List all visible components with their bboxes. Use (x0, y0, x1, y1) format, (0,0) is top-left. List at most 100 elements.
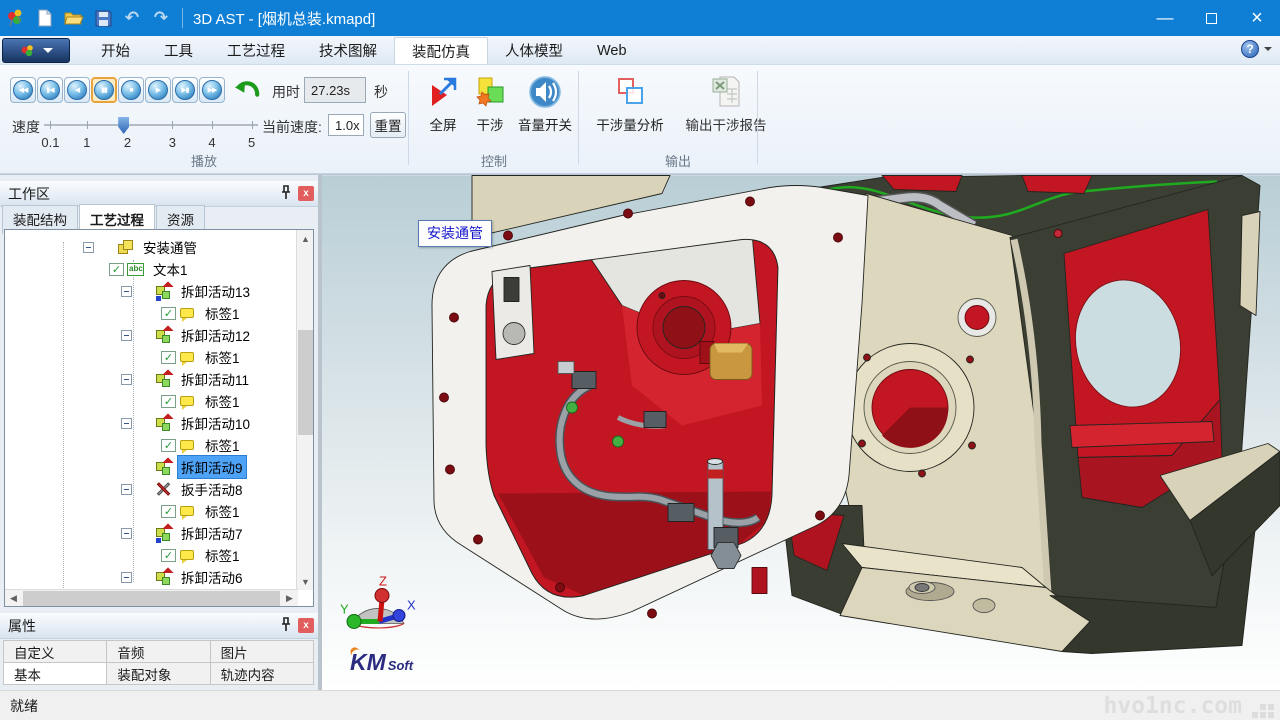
interference-analysis-button[interactable]: 干涉量分析 (586, 73, 674, 151)
playback-button-rewind[interactable]: ◀◀ (10, 77, 36, 103)
tree-item[interactable]: 文本1 (5, 258, 295, 280)
tree-horizontal-scrollbar[interactable]: ◀ ▶ (5, 589, 298, 606)
export-report-button[interactable]: 输出干涉报告 (676, 73, 776, 151)
checkbox-icon[interactable] (161, 395, 176, 408)
application-window: ↶ ↷ 3D AST - [烟机总装.kmapd] — × 开始工具工艺过程技术… (0, 0, 1280, 720)
ribbon-tab[interactable]: 技术图解 (302, 37, 394, 64)
playback-button-fast-forward[interactable]: ▶▶ (199, 77, 225, 103)
tree-item[interactable]: 标签1 (5, 390, 295, 412)
tree-item-label: 扳手活动8 (178, 478, 246, 500)
tree-item[interactable]: 标签1 (5, 434, 295, 456)
playback-button-stop[interactable]: ■ (118, 77, 144, 103)
close-button[interactable]: × (1234, 0, 1280, 36)
tree-item[interactable]: 标签1 (5, 500, 295, 522)
main-area: 工作区 x 装配结构工艺过程资源 安装通管 (0, 174, 1280, 690)
help-caret-icon[interactable] (1264, 47, 1272, 51)
ribbon-tab[interactable]: 人体模型 (488, 37, 580, 64)
current-speed-value: 1.0x (328, 114, 364, 136)
app-menu-button[interactable] (2, 38, 70, 63)
tree-vertical-scrollbar[interactable]: ▲ ▼ (296, 230, 313, 590)
properties-tab[interactable]: 自定义 (3, 640, 107, 663)
pin-icon[interactable] (279, 185, 293, 201)
watermark-grid-icon (1260, 704, 1266, 710)
expander-icon[interactable] (83, 242, 99, 253)
expander-icon[interactable] (121, 374, 137, 385)
tree-item-icon (179, 547, 199, 564)
scroll-right-icon[interactable]: ▶ (281, 590, 298, 607)
properties-tab[interactable]: 图片 (210, 640, 314, 663)
fullscreen-button[interactable]: 全屏 (420, 73, 466, 151)
interference-icon (472, 73, 508, 111)
undo-icon[interactable]: ↶ (119, 5, 145, 31)
workspace-close-icon[interactable]: x (298, 186, 314, 201)
current-speed-label: 当前速度: (262, 117, 322, 137)
tree-item[interactable]: 拆卸活动9 (5, 456, 295, 478)
expander-icon[interactable] (121, 418, 137, 429)
checkbox-icon[interactable] (161, 439, 176, 452)
tree-item[interactable]: 拆卸活动12 (5, 324, 295, 346)
properties-tab[interactable]: 装配对象 (106, 662, 210, 685)
ribbon-tab[interactable]: 开始 (84, 37, 147, 64)
playback-button-step-back[interactable]: ◀ (64, 77, 90, 103)
speed-slider[interactable] (44, 115, 258, 135)
minimize-button[interactable]: — (1142, 0, 1188, 36)
scroll-down-icon[interactable]: ▼ (297, 573, 314, 590)
volume-toggle-button[interactable]: 音量开关 (512, 73, 578, 151)
checkbox-icon[interactable] (161, 549, 176, 562)
process-tree: 安装通管 文本1 拆卸活动13 (5, 236, 295, 588)
checkbox-icon[interactable] (161, 505, 176, 518)
3d-viewport[interactable]: Z X Y 安装通管 KMSoft (322, 175, 1280, 691)
tree-item[interactable]: 扳手活动8 (5, 478, 295, 500)
scroll-left-icon[interactable]: ◀ (5, 590, 22, 607)
tree-item[interactable]: 拆卸活动10 (5, 412, 295, 434)
slider-thumb[interactable] (118, 117, 129, 134)
reset-button[interactable]: 重置 (370, 112, 406, 138)
slider-track[interactable] (44, 124, 258, 126)
vertical-scroll-thumb[interactable] (298, 330, 313, 435)
expander-icon[interactable] (121, 484, 137, 495)
new-file-icon[interactable] (32, 5, 58, 31)
checkbox-icon[interactable] (161, 351, 176, 364)
tree-item-icon (179, 393, 199, 410)
tree-item[interactable]: 标签1 (5, 302, 295, 324)
expander-icon[interactable] (121, 528, 137, 539)
properties-tab[interactable]: 轨迹内容 (210, 662, 314, 685)
properties-tab[interactable]: 基本 (3, 662, 107, 685)
checkbox-icon[interactable] (109, 263, 124, 276)
scroll-up-icon[interactable]: ▲ (297, 230, 314, 247)
expander-icon[interactable] (121, 330, 137, 341)
save-icon[interactable] (90, 5, 116, 31)
redo-icon[interactable]: ↷ (148, 5, 174, 31)
tree-item[interactable]: 拆卸活动7 (5, 522, 295, 544)
ribbon-tab[interactable]: 工艺过程 (210, 37, 302, 64)
tree-item[interactable]: 拆卸活动11 (5, 368, 295, 390)
watermark: hvo1nc.com (1104, 693, 1242, 719)
loop-button[interactable] (232, 77, 262, 103)
playback-button-skip-start[interactable]: ▮◀ (37, 77, 63, 103)
open-file-icon[interactable] (61, 5, 87, 31)
properties-close-icon[interactable]: x (298, 618, 314, 633)
horizontal-scroll-thumb[interactable] (23, 591, 280, 606)
fullscreen-icon (425, 73, 461, 111)
tree-item[interactable]: 拆卸活动6 (5, 566, 295, 588)
properties-tab[interactable]: 音频 (106, 640, 210, 663)
ribbon-tab[interactable]: Web (580, 37, 644, 64)
tree-item[interactable]: 标签1 (5, 544, 295, 566)
tree-item[interactable]: 标签1 (5, 346, 295, 368)
checkbox-icon[interactable] (161, 307, 176, 320)
ribbon-tab[interactable]: 装配仿真 (394, 37, 488, 64)
playback-button-play[interactable]: ▶ (145, 77, 171, 103)
tree-item[interactable]: 安装通管 (5, 236, 295, 258)
expander-icon[interactable] (121, 572, 137, 583)
help-zone: ? (1241, 40, 1272, 58)
maximize-button[interactable] (1188, 0, 1234, 36)
tree-item[interactable]: 拆卸活动13 (5, 280, 295, 302)
expander-icon[interactable] (121, 286, 137, 297)
interference-button[interactable]: 干涉 (468, 73, 512, 151)
ribbon-tab[interactable]: 工具 (147, 37, 210, 64)
help-icon[interactable]: ? (1241, 40, 1259, 58)
playback-button-pause[interactable]: ▮▮ (91, 77, 117, 103)
playback-button-skip-end[interactable]: ▶▮ (172, 77, 198, 103)
properties-panel-header: 属性 x (0, 613, 318, 639)
pin-icon[interactable] (279, 617, 293, 633)
